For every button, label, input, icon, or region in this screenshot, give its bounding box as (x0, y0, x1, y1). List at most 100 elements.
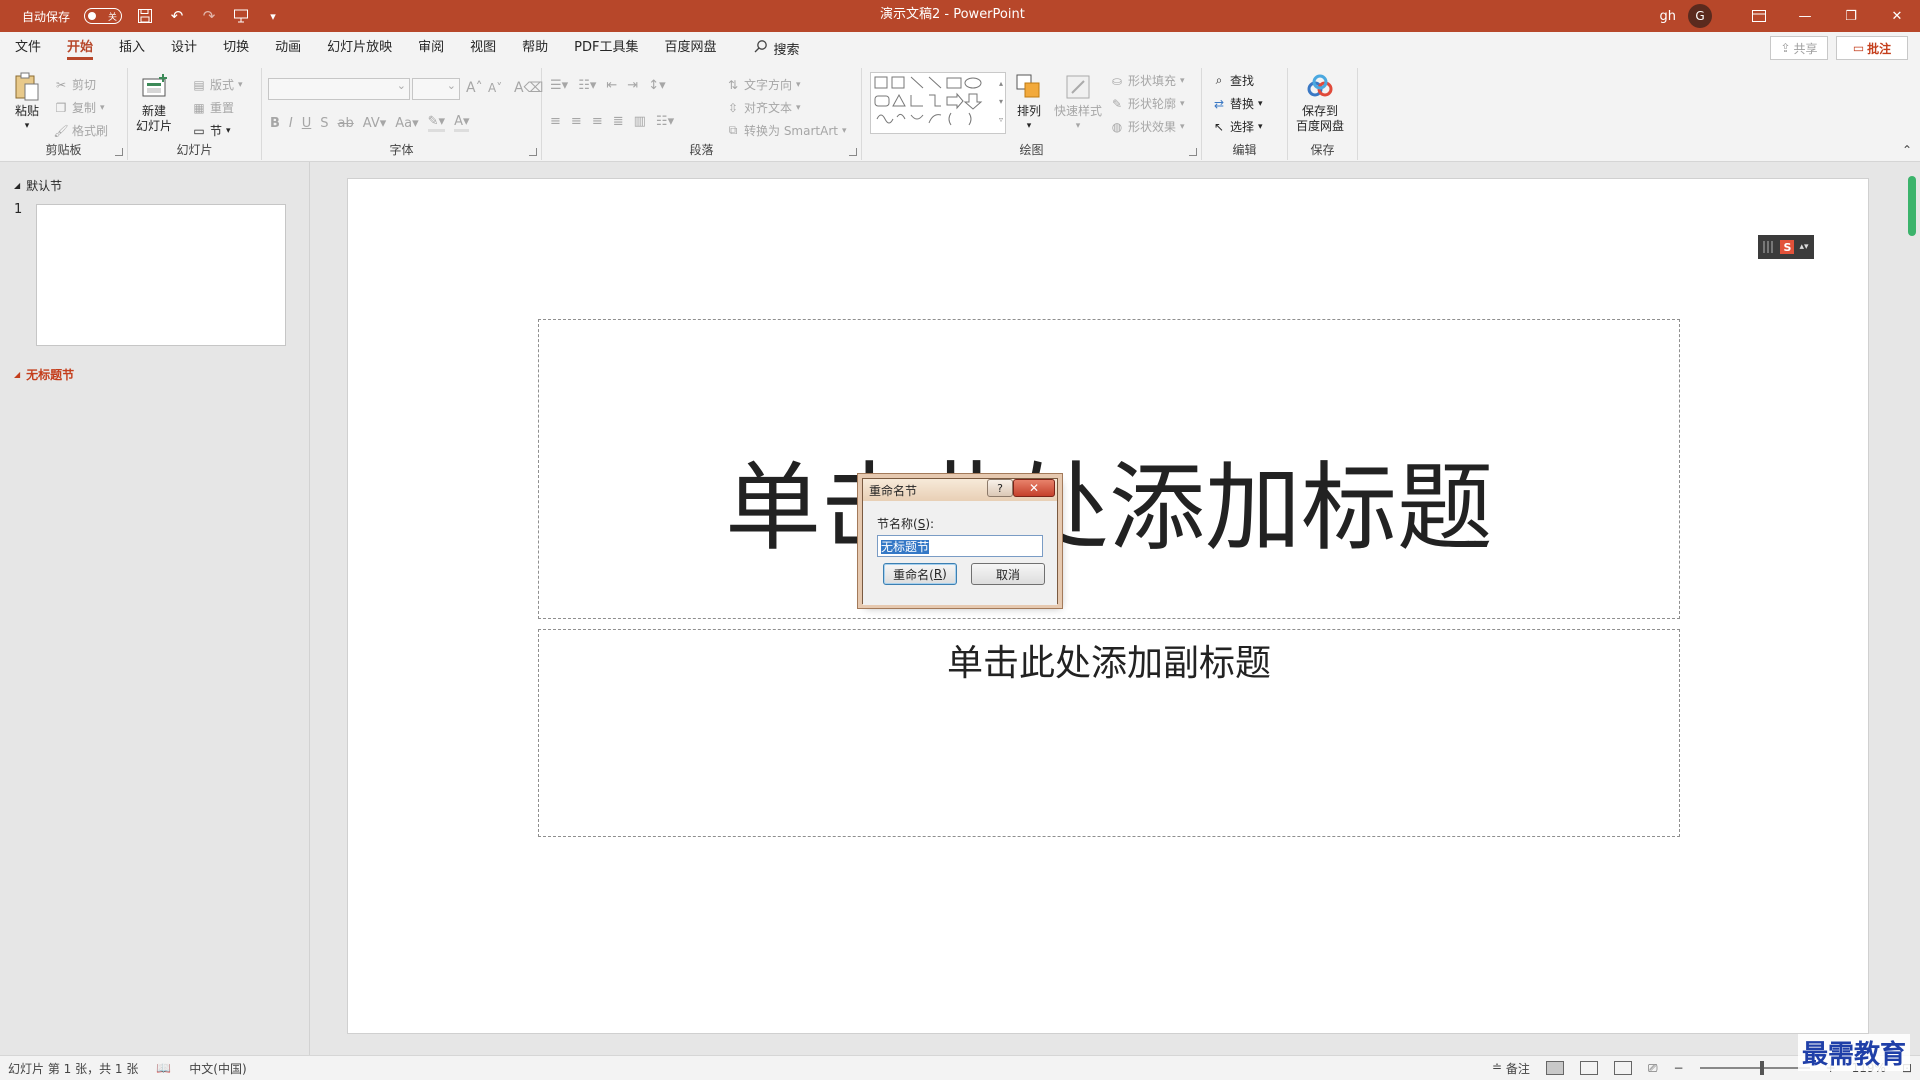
underline-icon[interactable]: U (302, 116, 312, 131)
cut-button[interactable]: ✂ 剪切 (54, 76, 96, 93)
slide[interactable]: 单击此处添加标题 单击此处添加副标题 S ▴▾ (347, 178, 1869, 1034)
save-to-baidu-button[interactable]: 保存到 百度网盘 (1296, 72, 1344, 134)
format-painter-button[interactable]: 🖌 格式刷 (53, 122, 108, 139)
shadow-icon[interactable]: S (320, 116, 328, 131)
align-left-icon[interactable]: ≡ (550, 114, 561, 129)
paste-button[interactable]: 粘贴 ▾ (12, 72, 42, 134)
zoom-slider-knob[interactable] (1759, 1061, 1764, 1075)
slideshow-view-icon[interactable]: ⎚ (1648, 1061, 1658, 1076)
grow-font-button[interactable]: A˄ (466, 80, 483, 96)
tab-view[interactable]: 视图 (457, 32, 509, 64)
start-presentation-icon[interactable] (232, 7, 250, 25)
section-name-input[interactable]: 无标题节 (877, 535, 1043, 557)
align-right-icon[interactable]: ≡ (592, 114, 603, 129)
spelling-check-icon[interactable]: 📖 (156, 1061, 171, 1075)
language-status[interactable]: 中文(中国) (189, 1060, 246, 1077)
title-placeholder[interactable]: 单击此处添加标题 (538, 319, 1680, 619)
sogou-ime-icon[interactable]: S (1780, 240, 1795, 254)
shrink-font-button[interactable]: A˅ (488, 81, 502, 95)
increase-indent-icon[interactable]: ⇥ (627, 78, 638, 93)
tab-design[interactable]: 设计 (158, 32, 210, 64)
shape-outline-button[interactable]: ✎ 形状轮廓 ▾ (1110, 95, 1185, 112)
font-color-icon[interactable]: A▾ (454, 114, 470, 132)
bullets-icon[interactable]: ☰▾ (550, 78, 568, 93)
slide-thumbnail[interactable] (36, 204, 286, 346)
user-name[interactable]: gh (1660, 9, 1677, 24)
search-box[interactable]: 搜索 (730, 39, 800, 58)
tab-review[interactable]: 审阅 (405, 32, 457, 64)
comment-button[interactable]: ▭ 批注 (1836, 36, 1908, 60)
save-icon[interactable] (136, 7, 154, 25)
font-launcher-icon[interactable] (529, 148, 537, 156)
bold-icon[interactable]: B (270, 116, 280, 131)
tab-insert[interactable]: 插入 (106, 32, 158, 64)
gallery-scroll-icon[interactable]: ▴ ▾ ▿ (999, 75, 1003, 129)
tab-home[interactable]: 开始 (54, 32, 106, 64)
drawing-launcher-icon[interactable] (1189, 148, 1197, 156)
vertical-scrollbar[interactable] (1904, 162, 1920, 1055)
italic-icon[interactable]: I (289, 116, 293, 131)
customize-qat-icon[interactable]: ▾ (264, 7, 282, 25)
align-text-button[interactable]: ⇳ 对齐文本 ▾ (726, 99, 801, 116)
rename-button[interactable]: 重命名(R) (883, 563, 957, 585)
tab-slideshow[interactable]: 幻灯片放映 (314, 32, 405, 64)
collapse-ribbon-icon[interactable]: ⌃ (1902, 143, 1912, 157)
text-direction-button[interactable]: ⇅ 文字方向 ▾ (726, 76, 801, 93)
columns-icon[interactable]: ☷▾ (656, 114, 674, 129)
share-button[interactable]: ⇪ 共享 (1770, 36, 1828, 60)
find-button[interactable]: ⌕ 查找 (1212, 72, 1254, 89)
justify-icon[interactable]: ≣ (613, 114, 624, 129)
ribbon-display-icon[interactable] (1736, 0, 1782, 32)
shape-fill-button[interactable]: ⛀ 形状填充 ▾ (1110, 72, 1185, 89)
tab-file[interactable]: 文件 (2, 32, 54, 64)
replace-button[interactable]: ⇄ 替换 ▾ (1212, 95, 1263, 112)
dialog-title-bar[interactable]: 重命名节 ? ✕ (863, 479, 1057, 501)
copy-button[interactable]: ❐ 复制 ▾ (54, 99, 105, 116)
undo-icon[interactable]: ↶ (168, 7, 186, 25)
section-button[interactable]: ▭ 节 ▾ (192, 122, 230, 139)
smartart-button[interactable]: ⧉ 转换为 SmartArt ▾ (726, 122, 847, 139)
reset-button[interactable]: ▦ 重置 (192, 99, 234, 116)
distribute-icon[interactable]: ▥ (634, 114, 646, 129)
avatar[interactable]: G (1688, 4, 1712, 28)
zoom-out-button[interactable]: − (1674, 1061, 1684, 1075)
line-spacing-icon[interactable]: ↕▾ (648, 78, 665, 93)
close-icon[interactable]: ✕ (1013, 479, 1055, 497)
change-case-icon[interactable]: Aa▾ (395, 116, 418, 131)
font-size-select[interactable] (412, 78, 460, 100)
tab-baidu-netdisk[interactable]: 百度网盘 (651, 32, 729, 64)
subtitle-placeholder[interactable]: 单击此处添加副标题 (538, 629, 1680, 837)
highlight-icon[interactable]: ✎▾ (427, 114, 446, 132)
section-untitled-header[interactable]: ◢ 无标题节 (14, 366, 74, 383)
minimize-icon[interactable]: — (1782, 0, 1828, 32)
clear-format-button[interactable]: A⌫ (514, 80, 543, 96)
strikethrough-icon[interactable]: ab (338, 116, 354, 131)
help-icon[interactable]: ? (987, 479, 1013, 497)
shape-effects-button[interactable]: ◍ 形状效果 ▾ (1110, 118, 1185, 135)
close-icon[interactable]: ✕ (1874, 0, 1920, 32)
numbering-icon[interactable]: ☷▾ (578, 78, 596, 93)
tab-animations[interactable]: 动画 (262, 32, 314, 64)
ime-grip-icon[interactable] (1763, 241, 1776, 253)
tab-transitions[interactable]: 切换 (210, 32, 262, 64)
paragraph-launcher-icon[interactable] (849, 148, 857, 156)
decrease-indent-icon[interactable]: ⇤ (606, 78, 617, 93)
slide-sorter-view-icon[interactable] (1579, 1061, 1598, 1075)
ime-menu-icon[interactable]: ▴▾ (1799, 242, 1808, 252)
cancel-button[interactable]: 取消 (971, 563, 1045, 585)
zoom-slider[interactable] (1699, 1061, 1810, 1075)
select-button[interactable]: ↖ 选择 ▾ (1212, 118, 1263, 135)
font-name-select[interactable] (268, 78, 410, 100)
char-spacing-icon[interactable]: AV▾ (363, 116, 386, 131)
arrange-button[interactable]: 排列 ▾ (1014, 72, 1044, 134)
clipboard-launcher-icon[interactable] (115, 148, 123, 156)
notes-button[interactable]: ≐ 备注 (1492, 1060, 1530, 1077)
redo-icon[interactable]: ↷ (200, 7, 218, 25)
ime-toolbar[interactable]: S ▴▾ (1758, 235, 1814, 259)
tab-pdf-tools[interactable]: PDF工具集 (561, 32, 651, 64)
collapse-triangle-icon[interactable]: ◢ (14, 370, 20, 379)
reading-view-icon[interactable] (1613, 1061, 1632, 1075)
collapse-triangle-icon[interactable]: ◢ (14, 181, 20, 190)
restore-icon[interactable]: ❐ (1828, 0, 1874, 32)
layout-button[interactable]: ▤ 版式 ▾ (192, 76, 242, 93)
